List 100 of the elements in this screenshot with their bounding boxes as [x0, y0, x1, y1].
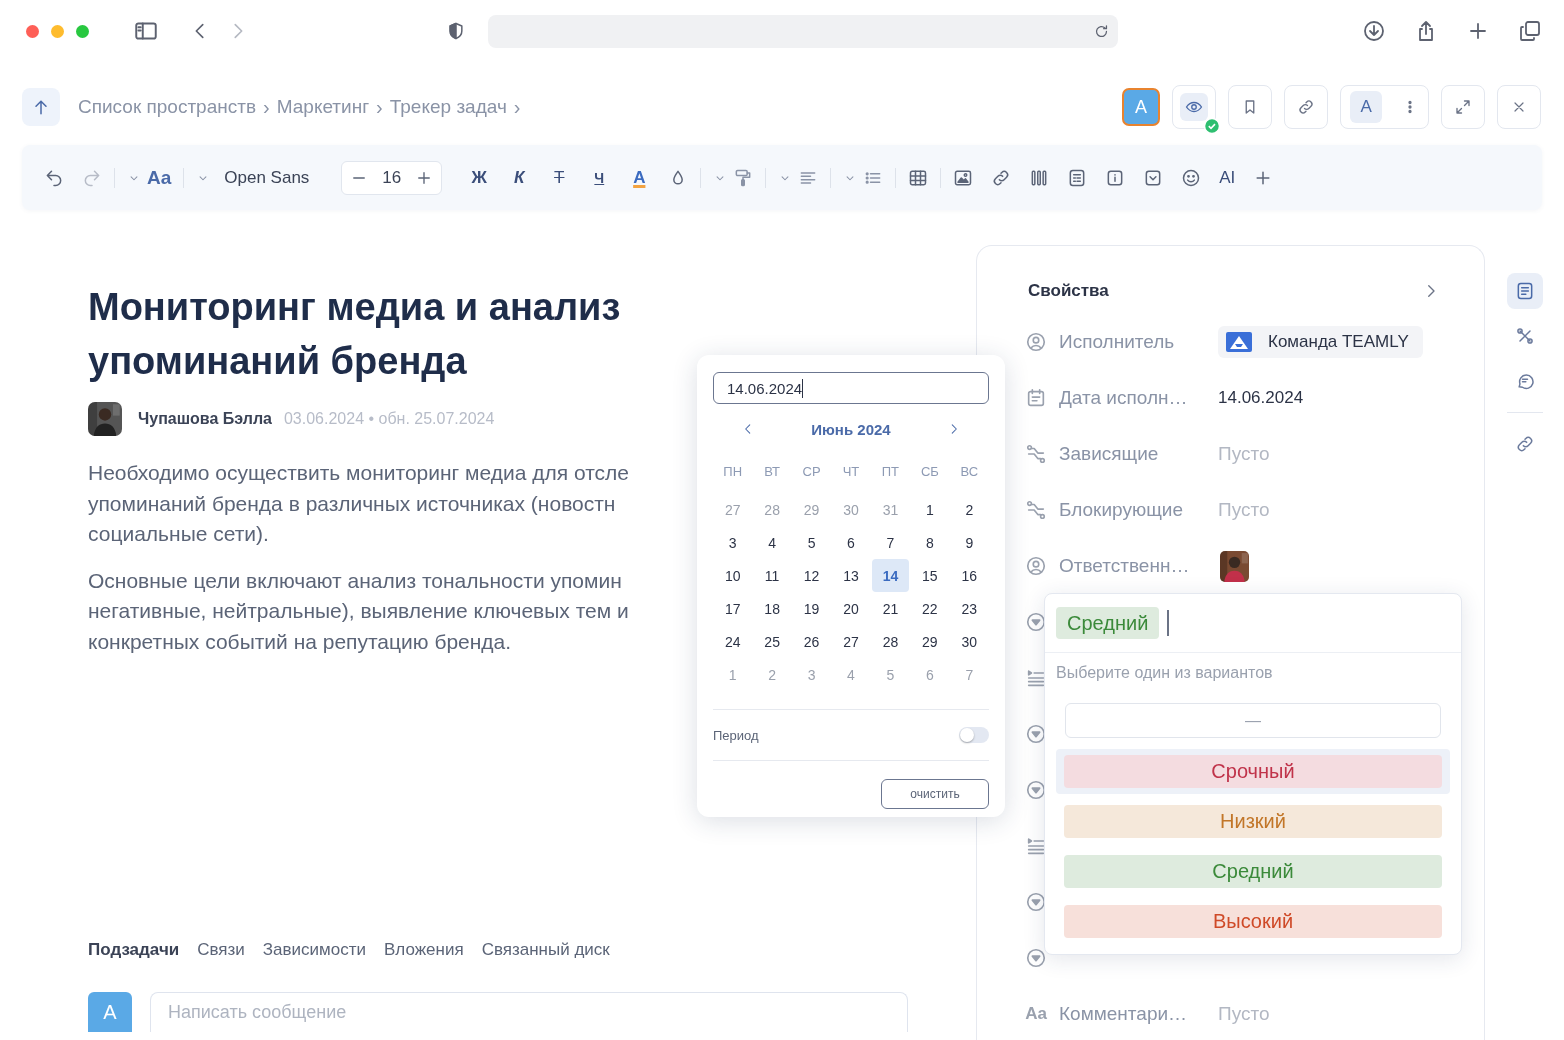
calendar-day[interactable]: 26	[792, 625, 831, 658]
calendar-day[interactable]: 20	[832, 592, 870, 625]
calendar-day[interactable]: 22	[911, 592, 949, 625]
download-icon[interactable]	[1362, 19, 1386, 43]
user-icon	[1025, 555, 1047, 577]
hint-text: Выберите один из вариантов	[1055, 663, 1274, 683]
calendar-day[interactable]: 13	[832, 559, 870, 592]
calendar-day[interactable]: 21	[871, 592, 910, 625]
address-field[interactable]	[488, 14, 1118, 48]
calendar-day[interactable]: 9	[950, 526, 988, 559]
calendar-day[interactable]: 3	[714, 526, 752, 559]
breadcrumb-separator: ›	[263, 95, 270, 119]
calendar-day[interactable]: 15	[911, 559, 949, 592]
bookmark-button[interactable]	[1228, 85, 1272, 129]
shield-icon[interactable]	[446, 21, 466, 41]
weekday-label: ВТ	[763, 462, 781, 481]
calendar-day[interactable]: 6	[832, 526, 870, 559]
calendar-day[interactable]: 5	[792, 526, 831, 559]
calendar-day[interactable]: 29	[911, 625, 949, 658]
task-title: Мониторинг медиа и анализ упоминаний бренда	[88, 285, 622, 384]
ai-button[interactable]: AI	[1219, 167, 1236, 188]
underline-button[interactable]: Ч	[588, 169, 611, 186]
text-style-menu[interactable]: Aa	[127, 166, 172, 189]
calendar-day[interactable]: 4	[753, 526, 791, 559]
select-icon	[1025, 947, 1047, 969]
calendar-day[interactable]: 27	[832, 625, 870, 658]
clear-button[interactable]: очистить	[881, 779, 989, 809]
lines-icon	[1025, 835, 1047, 857]
priority-option[interactable]: Срочный	[1064, 755, 1442, 788]
user-menu[interactable]: A	[1340, 85, 1429, 129]
check-badge-icon	[1204, 118, 1220, 134]
paragraph: Основные цели включают анализ тональности упомин негативные, нейтральные), выявление ключевых тем и конкретных событий на репутацию бренда.	[88, 567, 629, 655]
weekday-label: ПН	[722, 462, 744, 481]
expand-button[interactable]	[1441, 85, 1485, 129]
period-label: Период	[713, 727, 759, 743]
tab[interactable]: Зависимости	[262, 940, 366, 960]
strikethrough-button[interactable]: Т	[548, 167, 571, 188]
property-label: Комментари…	[1059, 1003, 1189, 1025]
rail-tab[interactable]	[1507, 273, 1543, 309]
text-color-button[interactable]: А	[628, 167, 651, 188]
team-chip[interactable]: Команда TEAMLY	[1218, 326, 1423, 358]
date-field[interactable]: 14.06.2024	[713, 372, 989, 404]
link-icon	[1515, 434, 1535, 454]
calendar-day[interactable]: 17	[714, 592, 752, 625]
italic-button[interactable]: К	[508, 167, 531, 188]
property-label: Ответственн…	[1059, 555, 1191, 577]
property-value[interactable]: 14.06.2024	[1218, 388, 1304, 408]
relation-icon	[1025, 443, 1047, 465]
font-size-stepper[interactable]: 16	[341, 160, 443, 195]
option-row[interactable]: Срочный	[1056, 749, 1450, 794]
document-icon	[1515, 281, 1535, 301]
text-type-icon: Aa	[1025, 1004, 1047, 1024]
option-row[interactable]: Высокий	[1056, 899, 1450, 944]
paragraph: Необходимо осуществить мониторинг медиа для отсле упоминаний бренда в различных источниках (новостн социальные сети).	[88, 460, 629, 547]
tab[interactable]: Связи	[197, 940, 245, 960]
calendar-day[interactable]: 14	[871, 559, 910, 592]
calendar-day[interactable]: 19	[792, 592, 831, 625]
tabs-icon[interactable]	[1518, 19, 1542, 43]
calendar-day[interactable]: 28	[871, 625, 910, 658]
property-label: Блокирующие	[1059, 499, 1184, 521]
calendar-day[interactable]: 18	[753, 592, 791, 625]
tab[interactable]: Подзадачи	[88, 940, 180, 960]
calendar-day[interactable]: 12	[792, 559, 831, 592]
calendar-day[interactable]: 7	[871, 526, 910, 559]
copy-link-button[interactable]	[1284, 85, 1328, 129]
calendar-day[interactable]: 24	[714, 625, 752, 658]
property-label: Исполнитель	[1059, 331, 1176, 353]
calendar-day[interactable]: 11	[753, 559, 791, 592]
tab[interactable]: Связанный диск	[481, 940, 610, 960]
font-menu[interactable]: Open Sans	[196, 167, 310, 188]
calendar-day[interactable]: 2	[950, 493, 988, 526]
chat-icon	[1515, 371, 1535, 391]
priority-option[interactable]: Высокий	[1064, 905, 1442, 938]
close-window-button[interactable]	[26, 24, 39, 38]
select-icon	[1025, 891, 1047, 913]
calendar-day[interactable]: 16	[950, 559, 988, 592]
weekday-label: ПТ	[880, 462, 901, 481]
panel-title: Свойства	[1028, 281, 1109, 301]
calendar-day[interactable]: 30	[950, 625, 988, 658]
property-label: Зависящие	[1059, 443, 1160, 465]
reload-icon[interactable]	[1093, 22, 1110, 40]
calendar-day[interactable]: 8	[911, 526, 949, 559]
tools-icon	[1515, 326, 1535, 346]
calendar-day[interactable]: 23	[950, 592, 988, 625]
lines-icon	[1025, 667, 1047, 689]
weekday-label: ЧТ	[841, 462, 861, 481]
zoom-window-button[interactable]	[76, 24, 89, 38]
link-icon	[1297, 98, 1315, 116]
tab[interactable]: Вложения	[384, 940, 464, 960]
calendar-day[interactable]: 1	[911, 493, 949, 526]
property-label: Дата исполн…	[1059, 387, 1189, 409]
up-button[interactable]	[22, 88, 60, 126]
period-toggle[interactable]	[959, 727, 989, 743]
select-icon	[1025, 611, 1047, 633]
calendar-day[interactable]: 25	[753, 625, 791, 658]
calendar-day[interactable]: 10	[714, 559, 752, 592]
user-avatar: A	[88, 992, 132, 1032]
smiley-icon[interactable]	[1181, 167, 1202, 188]
bold-button[interactable]: Ж	[468, 167, 491, 188]
priority-tag: Средний	[1056, 607, 1160, 639]
